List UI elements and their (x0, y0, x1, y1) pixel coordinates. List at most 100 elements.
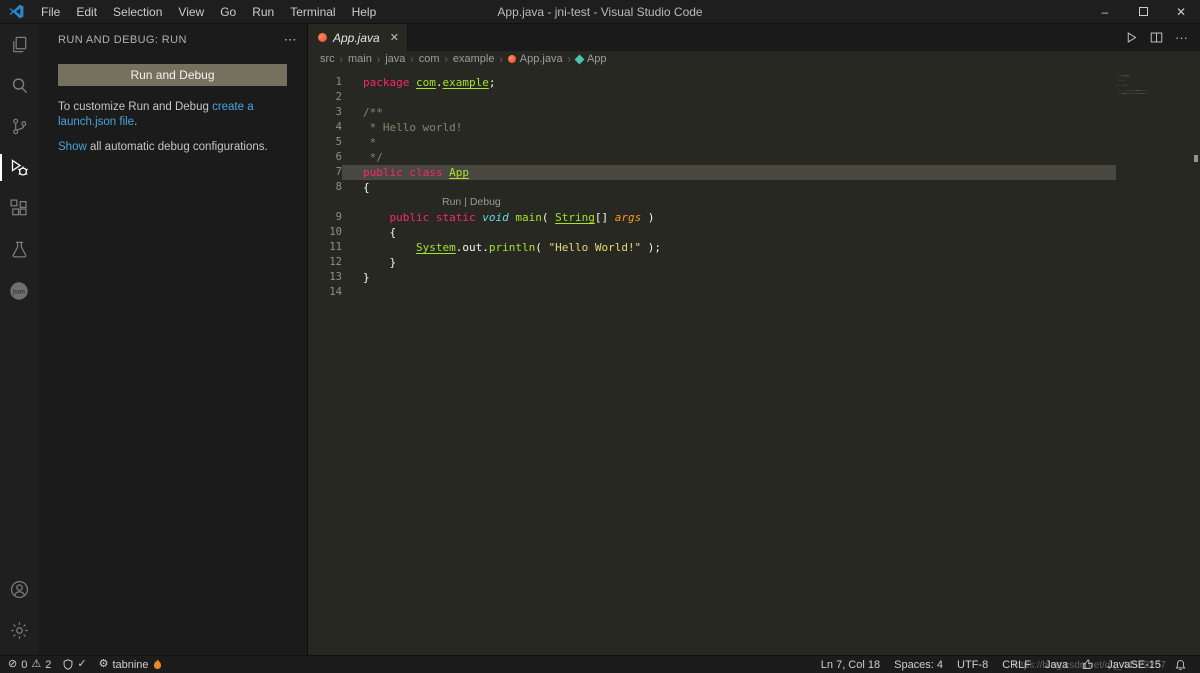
menu-view[interactable]: View (170, 0, 212, 23)
token-str: "Hello World!" (548, 241, 642, 254)
show-configurations-link[interactable]: Show (58, 141, 87, 153)
code-line-13: 13} (308, 270, 1200, 285)
breadcrumb-example[interactable]: example (453, 53, 495, 65)
activity-settings[interactable] (0, 610, 38, 651)
token-kw: public static (389, 211, 476, 224)
close-icon: ✕ (1175, 4, 1187, 19)
token-cmt: /** (363, 106, 383, 119)
shield-icon (63, 659, 73, 670)
line-number[interactable]: 14 (308, 285, 342, 300)
line-number[interactable]: 12 (308, 255, 342, 270)
run-file-button[interactable] (1125, 31, 1138, 44)
code-line-3: 3 /** (308, 105, 1200, 120)
activity-accounts[interactable] (0, 569, 38, 610)
menu-run[interactable]: Run (244, 0, 282, 23)
minimap[interactable]: package com.example;/** * Hello world! *… (1116, 75, 1188, 195)
code-line-content[interactable]: * Hello world! (342, 120, 1116, 135)
maximize-button[interactable] (1124, 0, 1162, 23)
breadcrumb-java[interactable]: java (385, 53, 405, 65)
breadcrumb-com[interactable]: com (419, 53, 440, 65)
line-number[interactable]: 10 (308, 225, 342, 240)
code-line-content[interactable] (342, 285, 1116, 300)
line-number[interactable]: 13 (308, 270, 342, 285)
status-problems[interactable]: ⊘ 0 ⚠ 2 (8, 659, 51, 671)
warning-icon: ⚠ (31, 658, 42, 670)
close-button[interactable]: ✕ (1162, 0, 1200, 23)
show-configs-suffix: all automatic debug configurations. (86, 141, 268, 153)
tab-bar: App.java ✕ ··· (308, 24, 1200, 51)
activity-extensions[interactable] (0, 188, 38, 229)
menu-help[interactable]: Help (344, 0, 385, 23)
menu-go[interactable]: Go (212, 0, 244, 23)
code-line-content[interactable]: System.out.println( "Hello World!" ); (342, 240, 1116, 255)
vscode-window: File Edit Selection View Go Run Terminal Help A… (0, 0, 1200, 673)
line-number[interactable]: 2 (308, 90, 342, 105)
status-tabnine[interactable]: ⚙ tabnine (99, 659, 162, 671)
token-pln: ( (541, 211, 556, 224)
line-number[interactable]: 1 (308, 75, 342, 90)
breadcrumb-main[interactable]: main (348, 53, 372, 65)
activity-run-and-debug[interactable] (0, 147, 38, 188)
gear-icon: ⚙ (98, 658, 109, 670)
status-language-mode[interactable]: Java (1045, 659, 1068, 671)
activity-testing[interactable] (0, 229, 38, 270)
line-number[interactable]: 9 (308, 210, 342, 225)
status-encoding[interactable]: UTF-8 (957, 659, 988, 671)
codelens-run-link[interactable]: Run (442, 196, 461, 208)
menu-edit[interactable]: Edit (68, 0, 105, 23)
code-line-12: 12 } (308, 255, 1200, 270)
line-number[interactable]: 4 (308, 120, 342, 135)
breadcrumb-src[interactable]: src (320, 53, 335, 65)
code-line-content[interactable]: */ (342, 150, 1116, 165)
activity-explorer[interactable] (0, 24, 38, 65)
code-line-content[interactable]: public class App (342, 165, 1116, 180)
line-number[interactable]: 6 (308, 150, 342, 165)
tab-app-java[interactable]: App.java ✕ (308, 24, 408, 51)
activity-source-control[interactable] (0, 106, 38, 147)
line-number[interactable]: 8 (308, 180, 342, 195)
breadcrumb-app-java[interactable]: App.java (507, 53, 563, 65)
line-number[interactable]: 3 (308, 105, 342, 120)
minimize-button[interactable]: – (1086, 0, 1124, 23)
codelens-debug-link[interactable]: Debug (470, 196, 501, 208)
code-line-content[interactable]: { (342, 225, 1116, 240)
code-line-content[interactable]: } (342, 270, 1116, 285)
code-lines: 1 package com.example; 2 3 /** 4 * Hello worl… (308, 75, 1200, 300)
code-line-content[interactable] (342, 90, 1116, 105)
status-java-runtime[interactable]: JavaSE-15 (1107, 659, 1161, 671)
status-indentation[interactable]: Spaces: 4 (894, 659, 943, 671)
tab-close-icon[interactable]: ✕ (390, 31, 399, 44)
activity-json-viewer[interactable]: json (0, 270, 38, 311)
line-number[interactable]: 7 (308, 165, 342, 180)
more-editor-actions-button[interactable]: ··· (1175, 30, 1188, 45)
breadcrumb-label: com (418, 53, 440, 65)
code-line-content[interactable]: { (342, 180, 1116, 195)
code-line-content[interactable]: public static void main( String[] args ) (342, 210, 1116, 225)
breadcrumb-app[interactable]: App (574, 53, 607, 65)
line-number[interactable]: 11 (308, 240, 342, 255)
code-line-9: 9 public static void main( String[] args… (308, 210, 1200, 225)
line-number[interactable]: 5 (308, 135, 342, 150)
split-editor-button[interactable] (1150, 31, 1163, 44)
status-status-check[interactable]: ✓ (63, 659, 87, 670)
status-notifications[interactable] (1175, 659, 1186, 671)
menu-file[interactable]: File (33, 0, 68, 23)
token-pln: } (363, 271, 370, 284)
code-editor[interactable]: 1 package com.example; 2 3 /** 4 * Hello worl… (308, 67, 1200, 655)
activity-search[interactable] (0, 65, 38, 106)
menu-selection[interactable]: Selection (105, 0, 170, 23)
menu-terminal[interactable]: Terminal (282, 0, 343, 23)
code-line-content[interactable]: /** (342, 105, 1116, 120)
status-cursor-position[interactable]: Ln 7, Col 18 (821, 659, 880, 671)
codelens-separator: | (461, 196, 470, 208)
code-line-content[interactable]: package com.example; (342, 75, 1116, 90)
status-java-status[interactable] (1082, 659, 1093, 670)
files-icon (9, 34, 30, 55)
status-eol[interactable]: CRLF (1002, 659, 1031, 671)
more-actions-icon[interactable]: ⋯ (284, 32, 297, 48)
title-bar: File Edit Selection View Go Run Terminal Help A… (0, 0, 1200, 24)
code-line-content[interactable]: } (342, 255, 1116, 270)
class-symbol-icon (574, 54, 585, 64)
run-and-debug-button[interactable]: Run and Debug (58, 64, 287, 86)
code-line-content[interactable]: * (342, 135, 1116, 150)
